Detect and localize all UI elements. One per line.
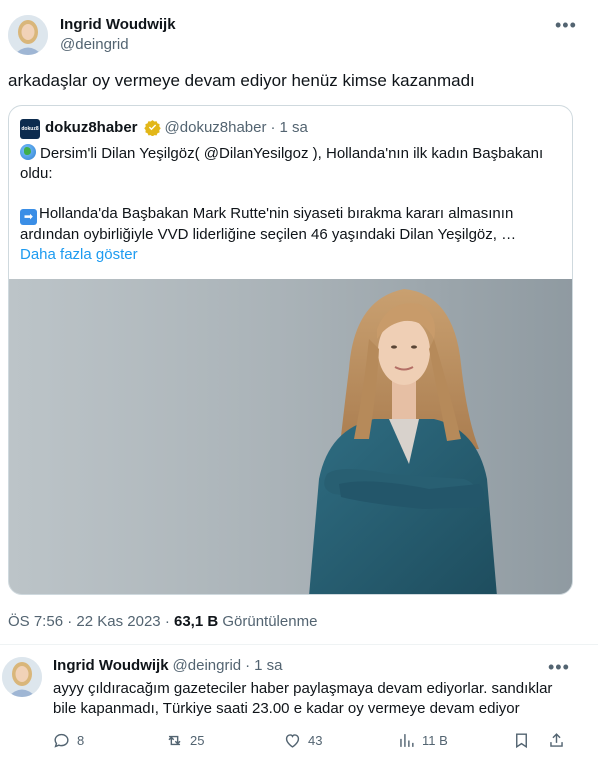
reply-views-count: 11 B [422, 733, 448, 748]
quote-separator: · [270, 119, 276, 136]
retweet-action[interactable]: 25 [165, 731, 204, 750]
quote-author-name[interactable]: dokuz8haber [45, 119, 138, 136]
like-action[interactable]: 43 [283, 731, 322, 750]
quoted-photo[interactable] [9, 279, 572, 594]
reply-author-name[interactable]: Ingrid Woudwijk [53, 657, 169, 674]
woman-portrait-image [9, 279, 572, 594]
quote-text: Dersim'li Dilan Yeşilgöz( @DilanYesilgoz… [20, 144, 565, 265]
retweet-count: 25 [190, 733, 205, 748]
share-icon [550, 733, 563, 747]
comment-icon [54, 733, 69, 748]
right-arrow-emoji-icon: ➡ [20, 209, 37, 225]
author-handle[interactable]: @deingrid [60, 36, 129, 53]
reply-count: 8 [77, 733, 85, 748]
quote-author-handle[interactable]: @dokuz8haber [165, 119, 267, 136]
views-action[interactable]: 11 B [397, 731, 448, 750]
analytics-bar-icon [400, 734, 414, 747]
reply-more-options-icon[interactable]: ••• [548, 658, 570, 676]
bookmark-icon [516, 733, 527, 749]
tweet-date[interactable]: 22 Kas 2023 [76, 613, 160, 630]
author-name[interactable]: Ingrid Woudwijk [60, 16, 176, 33]
views-label: Görüntülenme [222, 613, 318, 630]
bookmark-action[interactable] [512, 731, 531, 750]
reply-time[interactable]: 1 sa [254, 657, 282, 674]
quote-time[interactable]: 1 sa [280, 119, 308, 136]
retweet-icon [168, 735, 181, 746]
views-count: 63,1 B [173, 613, 219, 630]
tweet-time[interactable]: ÖS 7:56 [8, 613, 63, 630]
like-count: 43 [308, 733, 323, 748]
tweet-text: arkadaşlar oy vermeye devam ediyor henüz… [8, 71, 475, 90]
heart-icon [285, 734, 300, 748]
tweet-meta: ÖS 7:56 · 22 Kas 2023 · 63,1 B Görüntüle… [8, 613, 318, 630]
reply-author-handle[interactable]: @deingrid [173, 657, 242, 674]
reply-action[interactable]: 8 [52, 731, 84, 750]
show-more-link[interactable]: Daha fazla göster [20, 245, 565, 265]
mention-link[interactable]: @DilanYesilgoz [204, 145, 309, 162]
author-avatar[interactable] [8, 15, 48, 55]
more-options-icon[interactable]: ••• [555, 16, 577, 34]
divider [0, 644, 598, 645]
earth-globe-icon [20, 144, 36, 160]
verified-badge-icon [143, 120, 161, 136]
reply-text: ayyy çıldıracağım gazeteciler haber payl… [53, 680, 553, 717]
dokuz8-logo: dokuz8 [20, 119, 40, 139]
share-action[interactable] [547, 731, 566, 750]
quoted-tweet[interactable]: dokuz8 dokuz8haber @dokuz8haber · 1 sa D… [8, 105, 573, 595]
reply-author-avatar[interactable] [2, 657, 42, 697]
